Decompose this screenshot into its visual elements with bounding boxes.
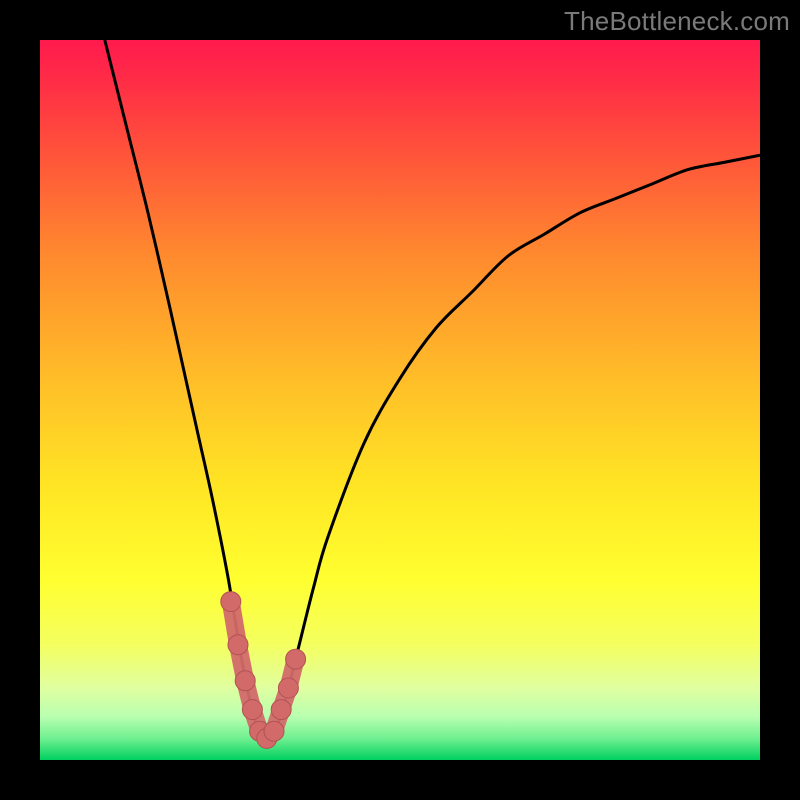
chart-frame: TheBottleneck.com [0,0,800,800]
chart-svg [40,40,760,760]
watermark-text: TheBottleneck.com [564,6,790,37]
gradient-background [40,40,760,760]
plot-area [40,40,760,760]
